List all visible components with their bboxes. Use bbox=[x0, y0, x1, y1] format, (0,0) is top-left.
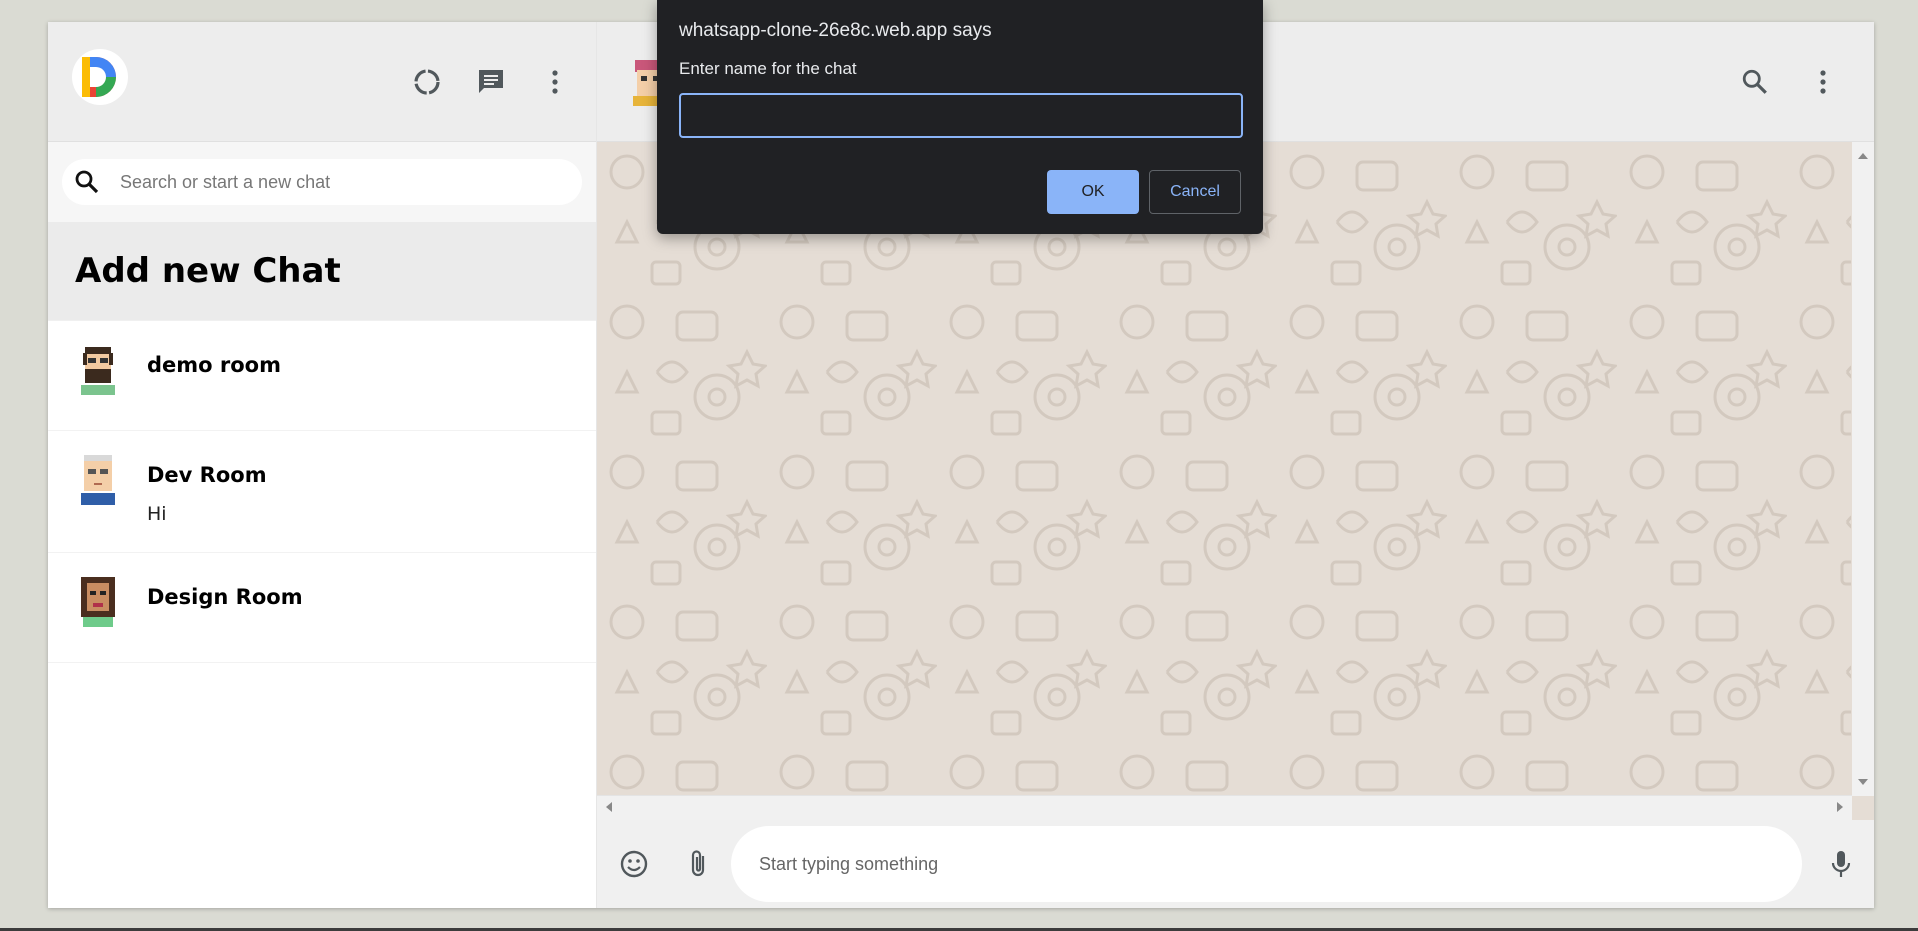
add-new-chat-button[interactable]: Add new Chat bbox=[48, 222, 596, 321]
chat-list-item[interactable]: Design Room bbox=[48, 553, 596, 663]
chat-list-item[interactable]: Dev Room Hi bbox=[48, 431, 596, 553]
scroll-right-icon[interactable] bbox=[1830, 796, 1850, 818]
chat-body[interactable] bbox=[597, 142, 1874, 820]
search-box bbox=[62, 159, 582, 205]
chat-last-message: Hi bbox=[147, 503, 167, 525]
chat-list: Add new Chat demo room Dev Room Hi Desig… bbox=[48, 222, 596, 908]
chat-name: Design Room bbox=[147, 585, 303, 609]
attach-icon[interactable] bbox=[677, 843, 719, 885]
cancel-button[interactable]: Cancel bbox=[1149, 170, 1241, 214]
sidebar-header bbox=[48, 22, 596, 142]
chat-name: Dev Room bbox=[147, 463, 267, 487]
status-icon[interactable] bbox=[406, 61, 448, 103]
horizontal-scrollbar[interactable] bbox=[597, 795, 1852, 820]
mic-icon[interactable] bbox=[1820, 843, 1862, 885]
ok-button[interactable]: OK bbox=[1047, 170, 1139, 214]
message-box bbox=[731, 826, 1802, 902]
new-chat-icon[interactable] bbox=[470, 61, 512, 103]
message-input[interactable] bbox=[757, 852, 1776, 876]
more-vert-icon[interactable] bbox=[534, 61, 576, 103]
user-avatar[interactable] bbox=[72, 48, 128, 105]
chat-wallpaper-pattern bbox=[597, 142, 1851, 794]
emoji-icon[interactable] bbox=[613, 843, 655, 885]
search-icon[interactable] bbox=[1734, 61, 1776, 103]
chat-name: demo room bbox=[147, 353, 281, 377]
dialog-message: Enter name for the chat bbox=[679, 59, 857, 78]
sidebar: Add new Chat demo room bbox=[48, 22, 597, 908]
avatar bbox=[81, 577, 115, 627]
dialog-name-input[interactable] bbox=[679, 93, 1243, 138]
app-logo-icon bbox=[82, 56, 116, 97]
vertical-scrollbar[interactable] bbox=[1852, 142, 1874, 796]
avatar bbox=[81, 455, 115, 505]
search-input[interactable] bbox=[118, 170, 570, 194]
search-bar bbox=[48, 142, 596, 222]
scroll-down-icon[interactable] bbox=[1852, 772, 1874, 792]
chat-list-item[interactable]: demo room bbox=[48, 321, 596, 431]
scroll-left-icon[interactable] bbox=[599, 796, 619, 818]
prompt-dialog: whatsapp-clone-26e8c.web.app says Enter … bbox=[657, 0, 1263, 234]
more-vert-icon[interactable] bbox=[1802, 61, 1844, 103]
add-new-chat-label: Add new Chat bbox=[75, 251, 341, 291]
scroll-up-icon[interactable] bbox=[1852, 146, 1874, 166]
chat-footer bbox=[597, 820, 1874, 908]
dialog-title: whatsapp-clone-26e8c.web.app says bbox=[679, 20, 992, 41]
avatar bbox=[81, 347, 115, 395]
search-icon bbox=[75, 170, 99, 194]
